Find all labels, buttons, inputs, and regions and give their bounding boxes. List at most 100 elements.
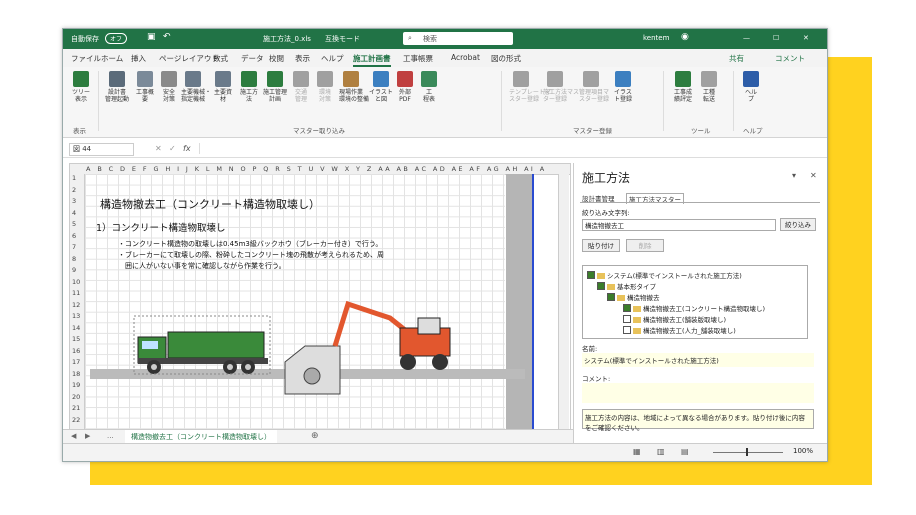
row-header[interactable]: 19: [72, 381, 80, 389]
row-header[interactable]: 3: [72, 197, 76, 205]
tab-4[interactable]: 数式: [213, 53, 228, 64]
sheet-nav-more[interactable]: ...: [107, 432, 114, 440]
autosave-toggle[interactable]: オフ: [105, 33, 128, 44]
ribbon-button-2[interactable]: 工事概 要: [133, 71, 157, 103]
row-header[interactable]: 5: [72, 220, 76, 228]
checkbox[interactable]: [623, 304, 631, 312]
ribbon-button-12[interactable]: 外部 PDF: [393, 71, 417, 103]
row-header[interactable]: 22: [72, 416, 80, 424]
ribbon-button-6[interactable]: 施工方 法: [237, 71, 261, 103]
row-header[interactable]: 6: [72, 232, 76, 240]
cancel-icon[interactable]: ✕: [155, 144, 162, 153]
row-header[interactable]: 14: [72, 324, 80, 332]
ribbon-button-0[interactable]: ツリー 表示: [69, 71, 93, 103]
tab-9[interactable]: 施工計画書: [353, 53, 391, 67]
tab-0[interactable]: ファイル: [71, 53, 101, 64]
pane-options-icon[interactable]: ▾: [792, 171, 796, 180]
next-sheet-icon[interactable]: ▶: [85, 432, 90, 440]
ribbon-button-9[interactable]: 環境 対策: [313, 71, 337, 103]
row-header[interactable]: 16: [72, 347, 80, 355]
tab-12[interactable]: 図の形式: [491, 53, 521, 64]
ribbon-button-5[interactable]: 主要資 材: [211, 71, 235, 103]
row-header[interactable]: 9: [72, 266, 76, 274]
illustration[interactable]: [90, 274, 530, 424]
ribbon-button-17[interactable]: イラス ト登録: [611, 71, 635, 103]
pane-close-icon[interactable]: ✕: [810, 171, 817, 180]
tab-6[interactable]: 校閲: [269, 53, 284, 64]
ribbon-button-15[interactable]: 施工方法マス ター登録: [543, 71, 579, 103]
tab-11[interactable]: Acrobat: [451, 53, 480, 62]
worksheet[interactable]: A B C D E F G H I J K L M N O P Q R S T …: [69, 163, 571, 431]
avatar-icon[interactable]: ◉: [681, 32, 689, 42]
row-header[interactable]: 20: [72, 393, 80, 401]
share-button[interactable]: 共有: [729, 53, 744, 64]
search-box[interactable]: ⌕ 検索: [403, 32, 513, 45]
method-tree[interactable]: システム(標準でインストールされた施工方法) 基本形タイプ 構造物撤去 構造物撤去工(…: [582, 265, 808, 339]
close-icon[interactable]: ✕: [803, 34, 809, 42]
ribbon-button-3[interactable]: 安全 対策: [157, 71, 181, 103]
minimize-icon[interactable]: —: [743, 34, 750, 42]
delete-button[interactable]: 削除: [626, 239, 664, 252]
ribbon-button-18[interactable]: 工事成 績評定: [671, 71, 695, 103]
row-header[interactable]: 10: [72, 278, 80, 286]
ribbon-button-13[interactable]: 工 程表: [417, 71, 441, 103]
filter-input[interactable]: 構造物撤去工: [582, 219, 776, 231]
maximize-icon[interactable]: ☐: [773, 34, 779, 42]
tab-8[interactable]: ヘルプ: [321, 53, 344, 64]
ribbon-button-8[interactable]: 交通 管理: [289, 71, 313, 103]
prev-sheet-icon[interactable]: ◀: [71, 432, 76, 440]
row-header[interactable]: 13: [72, 312, 80, 320]
ribbon-button-14[interactable]: テンプレートマ スター登録: [509, 71, 551, 103]
row-header[interactable]: 11: [72, 289, 80, 297]
checkbox[interactable]: [607, 293, 615, 301]
zoom-slider[interactable]: [713, 452, 783, 453]
checkbox[interactable]: [623, 315, 631, 323]
tree-node[interactable]: システム(標準でインストールされた施工方法): [587, 270, 742, 280]
undo-icon[interactable]: ↶: [163, 32, 171, 42]
ribbon-button-4[interactable]: 主要機械・ 指定機械: [181, 71, 211, 103]
ribbon-button-7[interactable]: 施工管理 計画: [263, 71, 287, 103]
checkbox[interactable]: [587, 271, 595, 279]
tab-2[interactable]: 挿入: [131, 53, 146, 64]
name-box[interactable]: 図 44: [69, 143, 134, 156]
confirm-icon[interactable]: ✓: [169, 144, 176, 153]
comment-button[interactable]: コメント: [775, 53, 805, 64]
tree-node[interactable]: 構造物撤去工(人力_舗装取壊し): [623, 325, 736, 335]
tab-5[interactable]: データ: [241, 53, 264, 64]
ribbon-button-1[interactable]: 設計書 管理起動: [105, 71, 129, 103]
vertical-scrollbar[interactable]: [558, 174, 569, 430]
row-header[interactable]: 1: [72, 174, 76, 182]
tree-node[interactable]: 構造物撤去: [607, 292, 660, 302]
tab-1[interactable]: ホーム: [101, 53, 123, 64]
row-header[interactable]: 18: [72, 370, 80, 378]
comment-field[interactable]: [582, 383, 814, 403]
tree-node[interactable]: 構造物撤去工(コンクリート構造物取壊し): [623, 303, 765, 313]
row-header[interactable]: 21: [72, 404, 80, 412]
ribbon-button-10[interactable]: 現場作業 環境の整備: [339, 71, 369, 103]
fx-icon[interactable]: fx: [183, 144, 191, 153]
save-icon[interactable]: ▣: [147, 32, 156, 42]
checkbox[interactable]: [597, 282, 605, 290]
row-header[interactable]: 7: [72, 243, 76, 251]
page-layout-icon[interactable]: ▥: [657, 447, 665, 456]
checkbox[interactable]: [623, 326, 631, 334]
tree-node[interactable]: 構造物撤去工(舗装版取壊し): [623, 314, 726, 324]
ribbon-button-20[interactable]: ヘル プ: [739, 71, 763, 103]
ribbon-button-11[interactable]: イラスト と図: [369, 71, 393, 103]
paste-button[interactable]: 貼り付け: [582, 239, 620, 252]
tree-node[interactable]: 基本形タイプ: [597, 281, 656, 291]
filter-button[interactable]: 絞り込み: [780, 218, 816, 231]
ribbon-button-19[interactable]: 工種 転送: [697, 71, 721, 103]
ribbon-button-16[interactable]: 管理項目マ スター登録: [579, 71, 609, 103]
row-header[interactable]: 12: [72, 301, 80, 309]
formula-input[interactable]: [199, 143, 820, 154]
row-header[interactable]: 15: [72, 335, 80, 343]
row-header[interactable]: 2: [72, 186, 76, 194]
tab-3[interactable]: ページレイアウト: [159, 53, 219, 64]
row-header[interactable]: 4: [72, 209, 76, 217]
zoom-thumb[interactable]: [746, 448, 748, 456]
tab-7[interactable]: 表示: [295, 53, 310, 64]
add-sheet-icon[interactable]: ⊕: [311, 431, 319, 441]
row-header[interactable]: 8: [72, 255, 76, 263]
tab-10[interactable]: 工事帳票: [403, 53, 433, 64]
